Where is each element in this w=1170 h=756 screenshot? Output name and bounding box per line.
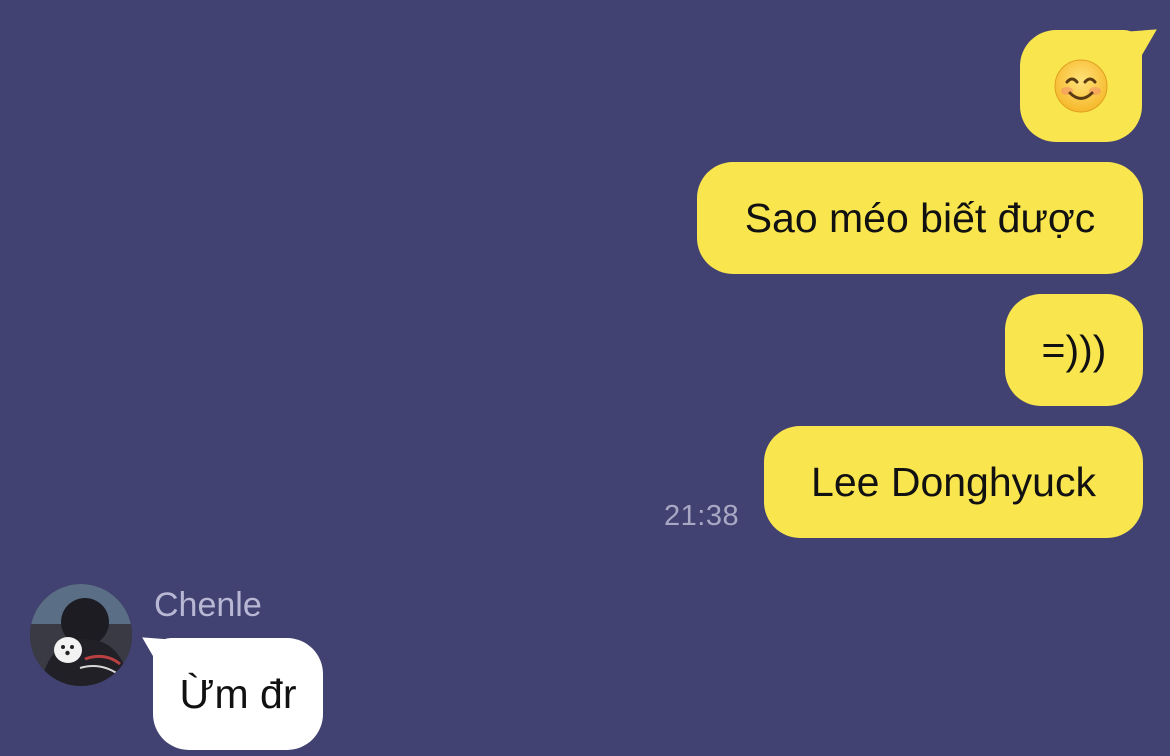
smiling-face-emoji-icon <box>1053 58 1109 114</box>
message-text: Ừm đr <box>179 670 297 717</box>
outgoing-message[interactable]: Sao méo biết được <box>697 162 1143 274</box>
sender-name: Chenle <box>154 586 262 624</box>
message-text: =))) <box>1041 326 1107 373</box>
outgoing-message[interactable]: =))) <box>1005 294 1143 406</box>
outgoing-message-emoji[interactable] <box>1020 30 1142 142</box>
outgoing-message[interactable]: Lee Donghyuck <box>764 426 1143 538</box>
avatar-image-icon <box>30 584 132 686</box>
message-text: Lee Donghyuck <box>811 458 1096 505</box>
message-text: Sao méo biết được <box>744 194 1096 241</box>
profile-photo-avatar[interactable] <box>30 584 132 686</box>
chat-room: Sao méo biết được =))) Lee Donghyuck 21:… <box>0 0 1170 756</box>
message-timestamp: 21:38 <box>664 500 740 532</box>
incoming-message[interactable]: Ừm đr <box>153 638 323 750</box>
